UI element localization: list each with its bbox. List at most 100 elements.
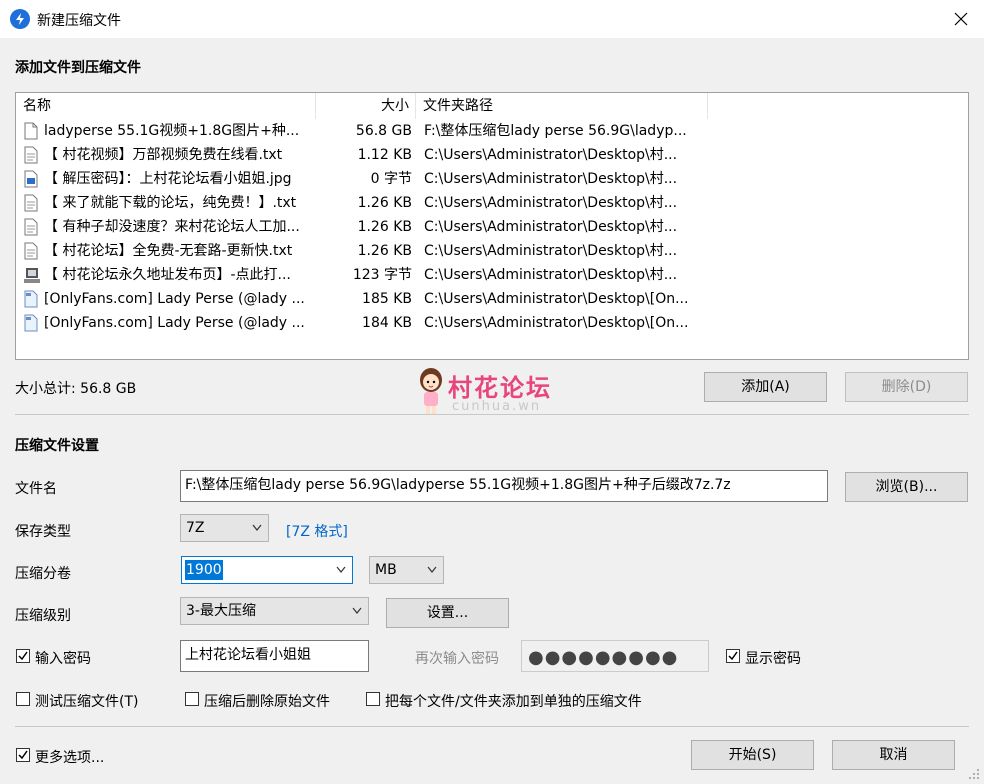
file-list-row[interactable]: [OnlyFans.com] Lady Perse (@lady ... 185 … [16,287,968,311]
more-options-checkbox[interactable] [16,748,30,762]
start-button[interactable]: 开始(S) [691,740,814,770]
file-size-cell: 185 KB [362,291,412,307]
test-archive-checkbox[interactable] [16,692,30,706]
delete-after-checkbox[interactable] [185,692,199,706]
volume-combobox[interactable]: 1900 [181,556,353,584]
file-name-cell: 【 村花论坛】全免费-无套路-更新快.txt [44,243,293,259]
save-type-value: 7Z [186,520,205,536]
file-list-row[interactable]: 【 来了就能下载的论坛，纯免费！】.txt 1.26 KB C:\Users\Adm… [16,191,968,215]
level-select[interactable]: 3-最大压缩 [180,597,369,625]
file-list-row[interactable]: 【 村花论坛永久地址发布页】-点此打... 123 字节 C:\Users\Admi… [16,263,968,287]
chevron-down-icon [427,566,437,573]
torrent-file-icon [24,290,38,308]
filename-input[interactable]: F:\整体压缩包lady perse 56.9G\ladyperse 55.1G… [180,470,828,502]
file-list-header: 名称 大小 文件夹路径 [16,93,968,119]
file-path-cell: C:\Users\Administrator\Desktop\村... [424,219,678,235]
text-file-icon [24,146,38,164]
file-size-cell: 123 字节 [352,267,412,283]
password-confirm-input[interactable]: ●●●●●●●●● [521,640,709,672]
password-input[interactable]: 上村花论坛看小姐姐 [180,640,369,672]
file-name-cell: 【 有种子却没速度？来村花论坛人工加... [44,219,300,235]
close-button[interactable] [938,0,984,38]
separate-archives-label: 把每个文件/文件夹添加到单独的压缩文件 [385,694,642,710]
watermark-subtitle: cunhua.wn [452,399,542,414]
file-path-cell: C:\Users\Administrator\Desktop\村... [424,267,678,283]
chevron-down-icon [252,524,262,531]
file-path-cell: C:\Users\Administrator\Desktop\村... [424,195,678,211]
text-file-icon [24,242,38,260]
file-list-row[interactable]: 【 村花视频】万部视频免费在线看.txt 1.12 KB C:\Users\Admi… [16,143,968,167]
total-size-label: 大小总计: 56.8 GB [15,381,137,397]
girl-mascot-icon [420,368,442,414]
volume-unit-select[interactable]: MB [369,556,444,584]
show-password-checkbox[interactable] [726,649,740,663]
file-name-cell: [OnlyFans.com] Lady Perse (@lady ... [44,291,305,307]
chevron-down-icon [352,607,362,614]
window-title: 新建压缩文件 [37,13,121,29]
image-file-icon [24,170,38,188]
format-link[interactable]: [7Z 格式] [286,521,348,541]
file-name-cell: 【 解压密码】：上村花论坛看小姐姐.jpg [44,171,292,187]
text-file-icon [24,194,38,212]
checkmark-icon [18,651,28,661]
volume-value[interactable]: 1900 [185,560,223,580]
file-list[interactable]: 名称 大小 文件夹路径 ladyperse 55.1G视频+1.8G图片+种..… [15,92,969,360]
file-size-cell: 1.26 KB [357,195,412,211]
show-password-label: 显示密码 [745,651,801,667]
file-size-cell: 1.26 KB [357,243,412,259]
level-label: 压缩级别 [15,608,71,624]
file-name-cell: [OnlyFans.com] Lady Perse (@lady ... [44,315,305,331]
file-list-row[interactable]: 【 村花论坛】全免费-无套路-更新快.txt 1.26 KB C:\Users\Ad… [16,239,968,263]
file-path-cell: C:\Users\Administrator\Desktop\[On... [424,315,689,331]
document-icon [24,122,38,140]
volume-unit-value: MB [375,562,397,578]
file-size-cell: 0 字节 [370,171,412,187]
column-header-name[interactable]: 名称 [16,93,316,119]
file-size-cell: 184 KB [362,315,412,331]
checkmark-icon [728,651,738,661]
file-path-cell: C:\Users\Administrator\Desktop\村... [424,171,678,187]
torrent-file-icon [24,314,38,332]
browse-button[interactable]: 浏览(B)... [845,472,968,502]
file-name-cell: 【 来了就能下载的论坛，纯免费！】.txt [44,195,297,211]
file-path-cell: C:\Users\Administrator\Desktop\村... [424,243,678,259]
file-size-cell: 1.12 KB [357,147,412,163]
watermark-title: 村花论坛 [448,374,552,402]
separate-archives-checkbox[interactable] [366,692,380,706]
password-checkbox[interactable] [16,649,30,663]
more-options-label: 更多选项... [35,750,105,766]
add-button[interactable]: 添加(A) [704,372,827,402]
file-name-cell: ladyperse 55.1G视频+1.8G图片+种... [44,123,300,139]
file-size-cell: 1.26 KB [357,219,412,235]
text-file-icon [24,218,38,236]
column-header-size[interactable]: 大小 [316,93,416,119]
file-name-cell: 【 村花论坛永久地址发布页】-点此打... [44,267,291,283]
app-logo-icon [10,9,30,29]
resize-grip-icon[interactable] [968,768,980,780]
password-confirm-label: 再次输入密码 [415,651,499,667]
filename-label: 文件名 [15,481,57,497]
volume-label: 压缩分卷 [15,566,71,582]
delete-after-label: 压缩后删除原始文件 [204,694,330,710]
column-header-path[interactable]: 文件夹路径 [416,93,708,119]
shortcut-file-icon [24,266,40,284]
delete-button[interactable]: 删除(D) [845,372,968,402]
checkmark-icon [18,750,28,760]
add-files-heading: 添加文件到压缩文件 [15,60,141,76]
file-path-cell: C:\Users\Administrator\Desktop\村... [424,147,678,163]
file-list-row[interactable]: ladyperse 55.1G视频+1.8G图片+种... 56.8 GB F:\整… [16,119,968,143]
cancel-button[interactable]: 取消 [832,740,955,770]
file-name-cell: 【 村花视频】万部视频免费在线看.txt [44,147,283,163]
chevron-down-icon[interactable] [336,566,346,574]
password-label: 输入密码 [35,651,91,667]
section-divider [15,414,969,415]
save-type-select[interactable]: 7Z [180,514,269,542]
watermark-logo: 村花论坛 cunhua.wn [416,366,576,418]
file-list-row[interactable]: [OnlyFans.com] Lady Perse (@lady ... 184 … [16,311,968,335]
file-size-cell: 56.8 GB [355,123,412,139]
settings-button[interactable]: 设置... [386,598,509,628]
file-list-row[interactable]: 【 有种子却没速度？来村花论坛人工加... 1.26 KB C:\Users\Adm… [16,215,968,239]
password-mask: ●●●●●●●●● [528,647,679,668]
file-list-row[interactable]: 【 解压密码】：上村花论坛看小姐姐.jpg 0 字节 C:\Users\Admini… [16,167,968,191]
file-path-cell: F:\整体压缩包lady perse 56.9G\ladyp... [424,123,687,139]
